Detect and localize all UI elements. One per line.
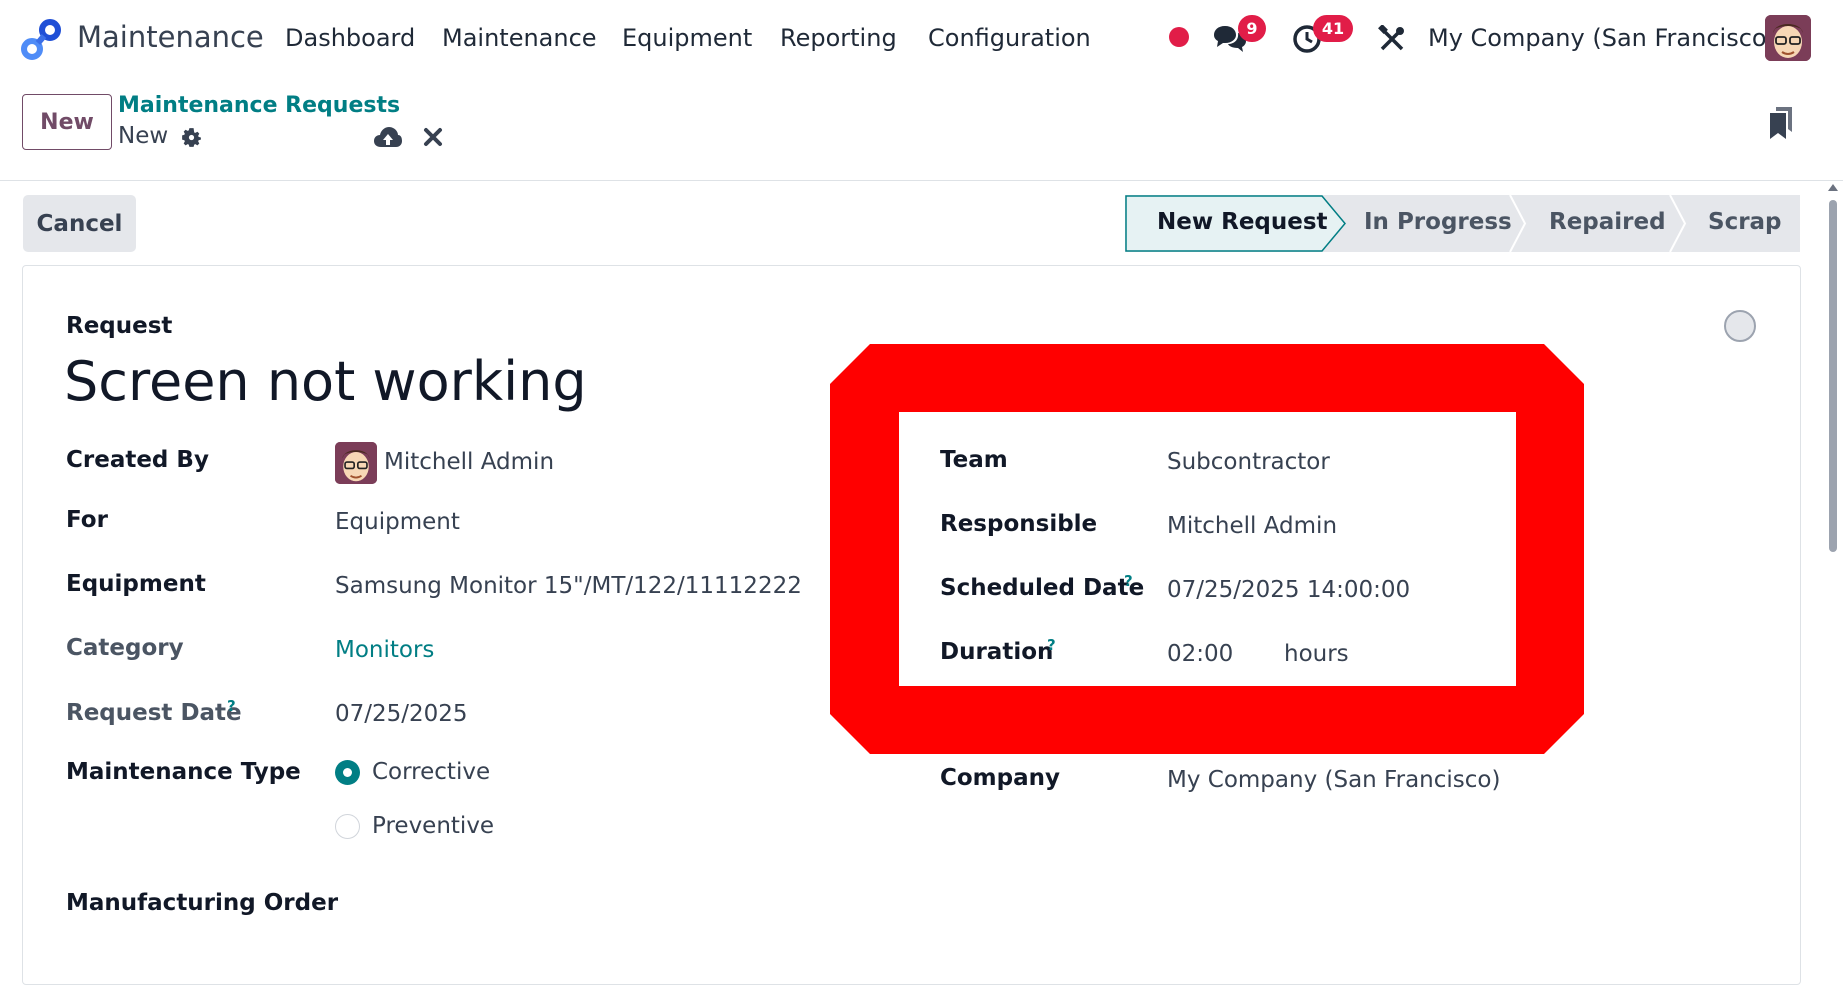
team-field[interactable]: Subcontractor: [1167, 449, 1330, 475]
for-field[interactable]: Equipment: [335, 509, 460, 535]
request-title-input[interactable]: Screen not working: [64, 350, 587, 413]
created-by-field[interactable]: Mitchell Admin: [384, 449, 554, 475]
category-link[interactable]: Monitors: [335, 637, 434, 663]
maintenance-app-icon[interactable]: [20, 19, 62, 61]
cancel-button[interactable]: Cancel: [23, 195, 136, 252]
activities-badge: 41: [1313, 15, 1353, 42]
responsible-field[interactable]: Mitchell Admin: [1167, 513, 1337, 539]
request-title-label: Request: [66, 313, 173, 339]
company-switcher[interactable]: My Company (San Francisco): [1428, 24, 1776, 52]
user-avatar[interactable]: [1765, 15, 1811, 61]
stage-repaired[interactable]: Repaired: [1549, 209, 1666, 235]
menu-maintenance[interactable]: Maintenance: [442, 24, 597, 52]
request-date-help-icon[interactable]: ?: [227, 697, 236, 715]
preventive-option-label[interactable]: Preventive: [372, 813, 494, 839]
menu-dashboard[interactable]: Dashboard: [285, 24, 415, 52]
menu-equipment[interactable]: Equipment: [622, 24, 752, 52]
corrective-option-label[interactable]: Corrective: [372, 759, 490, 785]
created-by-avatar: [335, 442, 377, 484]
responsible-label: Responsible: [940, 511, 1098, 537]
menu-reporting[interactable]: Reporting: [780, 24, 897, 52]
company-label: Company: [940, 765, 1060, 791]
bookmark-icon[interactable]: [1768, 106, 1794, 140]
for-label: For: [66, 507, 108, 533]
scroll-up-arrow[interactable]: [1828, 184, 1838, 191]
menu-configuration[interactable]: Configuration: [928, 24, 1091, 52]
top-navbar: Maintenance Dashboard Maintenance Equipm…: [0, 0, 1843, 78]
scheduled-date-label: Scheduled Date: [940, 575, 1145, 601]
duration-help-icon[interactable]: ?: [1047, 636, 1056, 654]
radio-corrective[interactable]: [335, 760, 360, 785]
new-button[interactable]: New: [22, 94, 112, 150]
stage-new-request[interactable]: New Request: [1157, 209, 1328, 235]
maintenance-type-label: Maintenance Type: [66, 759, 301, 785]
stage-statusbar: New Request In Progress Repaired Scrap: [1125, 195, 1800, 252]
equipment-label: Equipment: [66, 571, 206, 597]
breadcrumb-current: New: [118, 123, 169, 149]
duration-field[interactable]: 02:00: [1167, 641, 1233, 667]
manufacturing-order-label: Manufacturing Order: [66, 890, 339, 916]
kanban-state-indicator[interactable]: [1724, 310, 1756, 342]
category-label: Category: [66, 635, 184, 661]
breadcrumb-maintenance-requests[interactable]: Maintenance Requests: [118, 93, 400, 118]
gear-icon[interactable]: [179, 125, 204, 150]
save-cloud-icon[interactable]: [373, 125, 403, 151]
messages-badge: 9: [1238, 15, 1266, 42]
app-name[interactable]: Maintenance: [77, 20, 264, 54]
debug-tools-icon[interactable]: [1378, 25, 1406, 53]
equipment-field[interactable]: Samsung Monitor 15"/MT/122/11112222: [335, 573, 802, 599]
scheduled-date-field[interactable]: 07/25/2025 14:00:00: [1167, 577, 1410, 603]
team-label: Team: [940, 447, 1008, 473]
discard-close-icon[interactable]: [422, 126, 444, 148]
scrollbar-thumb[interactable]: [1829, 200, 1837, 552]
scheduled-date-help-icon[interactable]: ?: [1124, 572, 1133, 590]
recording-status-icon[interactable]: [1168, 26, 1190, 48]
company-field[interactable]: My Company (San Francisco): [1167, 767, 1500, 793]
request-date-label: Request Date: [66, 700, 242, 726]
duration-unit: hours: [1284, 641, 1349, 667]
duration-label: Duration: [940, 639, 1054, 665]
stage-scrap[interactable]: Scrap: [1708, 209, 1782, 235]
request-date-field[interactable]: 07/25/2025: [335, 701, 468, 727]
created-by-label: Created By: [66, 447, 209, 473]
stage-in-progress[interactable]: In Progress: [1364, 209, 1512, 235]
radio-preventive[interactable]: [335, 814, 360, 839]
control-panel: New Maintenance Requests New: [0, 78, 1843, 181]
